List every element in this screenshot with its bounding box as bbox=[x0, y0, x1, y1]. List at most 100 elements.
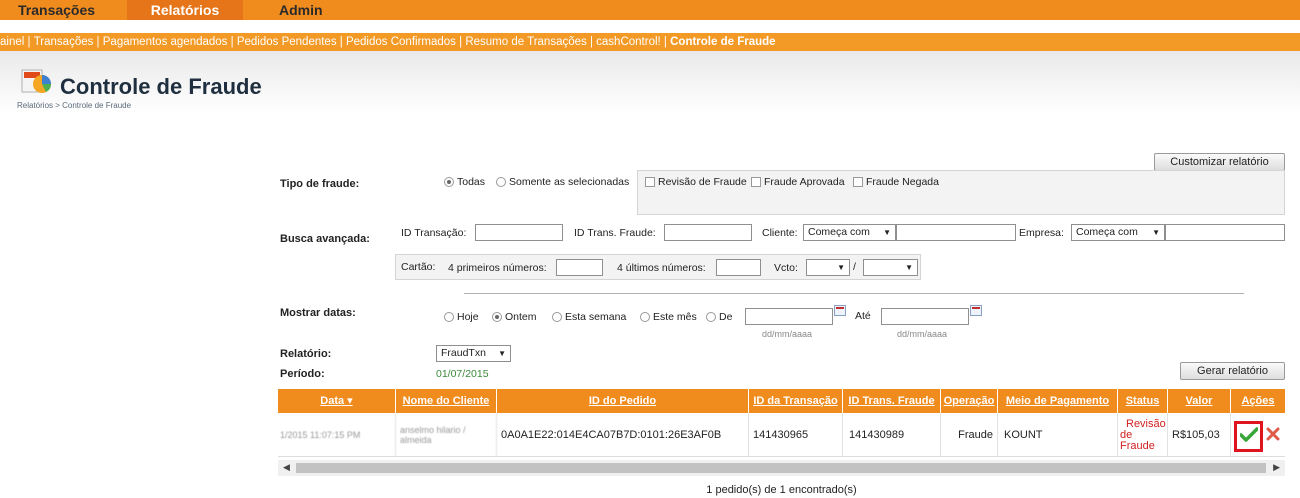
scrollbar-thumb[interactable] bbox=[296, 463, 1266, 473]
cell-cliente: anselmo hilario / almeida bbox=[396, 413, 497, 457]
scroll-right-icon[interactable]: ▶ bbox=[1273, 462, 1280, 473]
radio-selecionadas[interactable] bbox=[496, 177, 506, 187]
radio-hoje[interactable] bbox=[444, 312, 454, 322]
vcto-label: Vcto: bbox=[774, 262, 798, 274]
cell-pedido: 0A0A1E22:014E4CA07B7D:0101:26E3AF0B bbox=[497, 413, 749, 457]
report-select-value: FraudTxn bbox=[441, 347, 486, 359]
horizontal-scrollbar[interactable]: ◀ ▶ bbox=[278, 460, 1285, 476]
radio-esta-semana[interactable] bbox=[552, 312, 562, 322]
sub-nav: ainel | Transações | Pagamentos agendado… bbox=[0, 33, 1300, 51]
subnav-item-transacoes[interactable]: Transações bbox=[34, 33, 94, 51]
cell-transacao: 141430965 bbox=[749, 413, 843, 457]
date-to-input[interactable] bbox=[881, 308, 969, 325]
reject-x-icon[interactable] bbox=[1266, 427, 1280, 441]
status-line-3: Fraude bbox=[1120, 439, 1155, 452]
empresa-mode-select[interactable]: Começa com ▼ bbox=[1071, 224, 1165, 241]
breadcrumb[interactable]: Relatórios > Controle de Fraude bbox=[17, 101, 131, 110]
period-label: Período: bbox=[280, 368, 325, 380]
radio-de[interactable] bbox=[706, 312, 716, 322]
top-nav: Transações Relatórios Admin bbox=[0, 0, 1300, 20]
cell-data: 1/2015 11:07:15 PM bbox=[278, 413, 396, 457]
empresa-label: Empresa: bbox=[1019, 227, 1064, 239]
id-trans-fraude-label: ID Trans. Fraude: bbox=[574, 227, 656, 239]
radio-hoje-label: Hoje bbox=[457, 311, 479, 323]
customize-report-button[interactable]: Customizar relatório bbox=[1154, 153, 1285, 171]
chevron-down-icon: ▼ bbox=[498, 349, 506, 358]
subnav-item-pagamentos-agendados[interactable]: Pagamentos agendados bbox=[103, 33, 228, 51]
cliente-mode-select[interactable]: Começa com ▼ bbox=[803, 224, 896, 241]
subnav-item-resumo-transacoes[interactable]: Resumo de Transações bbox=[465, 33, 586, 51]
col-operacao[interactable]: Operação bbox=[941, 389, 998, 413]
date-from-input[interactable] bbox=[745, 308, 833, 325]
ate-label: Até bbox=[855, 310, 871, 322]
report-select[interactable]: FraudTxn ▼ bbox=[436, 345, 511, 362]
col-data[interactable]: Data ▾ bbox=[278, 389, 396, 413]
col-id-transacao[interactable]: ID da Transação bbox=[749, 389, 843, 413]
chevron-down-icon: ▼ bbox=[1152, 228, 1160, 237]
id-trans-fraude-input[interactable] bbox=[664, 224, 752, 241]
radio-este-mes[interactable] bbox=[640, 312, 650, 322]
vcto-year-select[interactable]: ▼ bbox=[863, 259, 918, 276]
chevron-down-icon: ▼ bbox=[883, 228, 891, 237]
checkbox-aprovada-label: Fraude Aprovada bbox=[764, 176, 845, 188]
subnav-item-painel[interactable]: ainel bbox=[0, 33, 24, 51]
calendar-icon[interactable] bbox=[970, 305, 982, 316]
col-status[interactable]: Status bbox=[1118, 389, 1168, 413]
fraud-type-label: Tipo de fraude: bbox=[280, 178, 360, 190]
cell-valor: R$105,03 bbox=[1168, 413, 1231, 457]
cartao-label: Cartão: bbox=[401, 261, 436, 273]
tab-admin[interactable]: Admin bbox=[279, 0, 349, 20]
period-value: 01/07/2015 bbox=[436, 368, 489, 380]
generate-report-button[interactable]: Gerar relatório bbox=[1180, 362, 1285, 380]
tab-relatorios[interactable]: Relatórios bbox=[127, 0, 243, 20]
cell-meio: KOUNT bbox=[998, 413, 1118, 457]
scroll-left-icon[interactable]: ◀ bbox=[283, 462, 290, 473]
nav-separator bbox=[0, 20, 1300, 33]
radio-ontem-label: Ontem bbox=[505, 311, 537, 323]
radio-este-mes-label: Este mês bbox=[653, 311, 697, 323]
ultimos-label: 4 últimos números: bbox=[617, 262, 706, 274]
subnav-item-pedidos-pendentes[interactable]: Pedidos Pendentes bbox=[237, 33, 337, 51]
empresa-input[interactable] bbox=[1165, 224, 1285, 241]
date-from-hint: dd/mm/aaaa bbox=[762, 329, 813, 339]
col-acoes: Ações bbox=[1241, 395, 1275, 407]
subnav-item-controle-fraude[interactable]: Controle de Fraude bbox=[670, 33, 775, 51]
ultimos-input[interactable] bbox=[716, 259, 761, 276]
col-id-pedido[interactable]: ID do Pedido bbox=[497, 389, 749, 413]
cell-operacao: Fraude bbox=[941, 413, 998, 457]
advanced-search-label: Busca avançada: bbox=[280, 233, 370, 245]
vcto-separator: / bbox=[853, 261, 856, 273]
vcto-month-select[interactable]: ▼ bbox=[806, 259, 850, 276]
checkbox-revisao[interactable] bbox=[645, 177, 655, 187]
radio-todas[interactable] bbox=[444, 177, 454, 187]
checkbox-revisao-label: Revisão de Fraude bbox=[658, 176, 747, 188]
checkbox-negada-label: Fraude Negada bbox=[866, 176, 939, 188]
radio-ontem[interactable] bbox=[492, 312, 502, 322]
tab-transacoes[interactable]: Transações bbox=[18, 0, 118, 20]
checkbox-negada[interactable] bbox=[853, 177, 863, 187]
calendar-icon[interactable] bbox=[834, 305, 846, 316]
col-meio-pagamento[interactable]: Meio de Pagamento bbox=[998, 389, 1118, 413]
report-chart-icon bbox=[21, 69, 51, 93]
radio-esta-semana-label: Esta semana bbox=[565, 311, 627, 323]
col-nome-cliente[interactable]: Nome do Cliente bbox=[396, 389, 497, 413]
approve-check-icon[interactable] bbox=[1240, 427, 1258, 443]
cliente-mode-value: Começa com bbox=[808, 226, 870, 238]
primeiros-label: 4 primeiros números: bbox=[448, 262, 547, 274]
id-transacao-input[interactable] bbox=[475, 224, 563, 241]
radio-todas-label: Todas bbox=[457, 176, 486, 188]
col-valor[interactable]: Valor bbox=[1168, 389, 1231, 413]
checkbox-aprovada[interactable] bbox=[751, 177, 761, 187]
subnav-item-cashcontrol[interactable]: cashControl! bbox=[596, 33, 661, 51]
cell-trans-fraude: 141430989 bbox=[843, 413, 941, 457]
subnav-item-pedidos-confirmados[interactable]: Pedidos Confirmados bbox=[346, 33, 456, 51]
id-transacao-label: ID Transação: bbox=[401, 227, 467, 239]
col-id-trans-fraude[interactable]: ID Trans. Fraude bbox=[843, 389, 941, 413]
primeiros-input[interactable] bbox=[556, 259, 603, 276]
report-label: Relatório: bbox=[280, 348, 332, 360]
radio-selecionadas-label: Somente as selecionadas bbox=[509, 176, 630, 188]
date-to-hint: dd/mm/aaaa bbox=[897, 329, 948, 339]
chevron-down-icon: ▼ bbox=[905, 263, 913, 272]
cliente-input[interactable] bbox=[896, 224, 1016, 241]
divider bbox=[464, 293, 1244, 294]
